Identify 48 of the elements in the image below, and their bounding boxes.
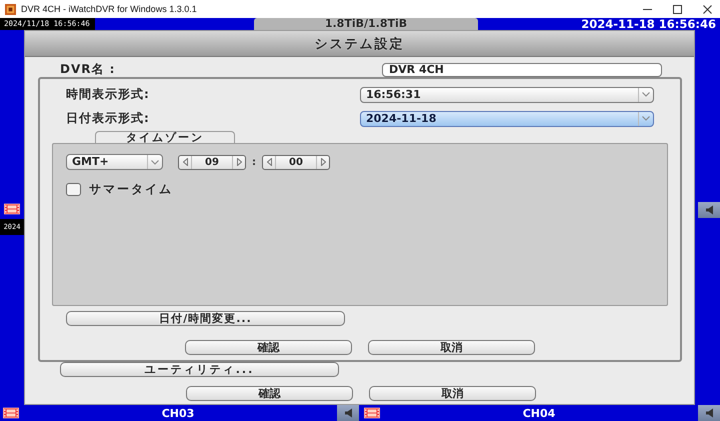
dropdown[interactable]: 2024-11-18	[360, 110, 654, 126]
spinner-value: 09	[191, 156, 233, 168]
field-label: 時間表示形式:	[66, 86, 150, 103]
speaker-button[interactable]	[698, 202, 720, 218]
right-triangle-icon	[320, 158, 326, 166]
speaker-button[interactable]	[337, 405, 359, 421]
speaker-button[interactable]	[698, 405, 720, 421]
left-triangle-icon	[266, 158, 272, 166]
film-icon[interactable]	[4, 203, 20, 215]
checkbox[interactable]	[66, 183, 81, 196]
close-icon[interactable]	[703, 4, 712, 14]
hour-spinner[interactable]: 09	[178, 154, 246, 170]
left-triangle-icon	[182, 158, 188, 166]
field-label: DVR名 :	[60, 61, 116, 78]
app-icon	[5, 4, 16, 14]
dropdown[interactable]: 16:56:31	[360, 86, 654, 102]
field-label: 日付表示形式:	[66, 110, 150, 127]
right-triangle-icon	[236, 158, 242, 166]
channel-label: CH04	[522, 406, 556, 420]
minute-spinner[interactable]: 00	[262, 154, 330, 170]
dialog-button[interactable]: 確認	[186, 386, 353, 401]
dropdown[interactable]: GMT+	[66, 154, 163, 170]
maximize-icon[interactable]	[673, 4, 682, 14]
dialog-button[interactable]: 確認	[185, 340, 352, 355]
dropdown-arrow-button[interactable]	[638, 112, 653, 126]
film-icon[interactable]	[3, 407, 19, 419]
timestamp: 2024-11-18 16:56:46	[581, 18, 717, 30]
speaker-icon	[704, 205, 714, 215]
minimize-icon[interactable]	[643, 8, 652, 10]
window-title: DVR 4CH - iWatchDVR for Windows 1.3.0.1	[21, 4, 197, 14]
change-datetime-button[interactable]: 日付/時間変更...	[66, 311, 345, 326]
chevron-down-icon	[642, 92, 650, 97]
dialog-title: システム設定	[314, 36, 404, 52]
spinner-value: 00	[275, 156, 317, 168]
speaker-icon	[704, 408, 714, 418]
chevron-down-icon	[642, 116, 650, 121]
chevron-down-icon	[151, 160, 159, 164]
channel-label: CH03	[162, 406, 194, 420]
utility-button[interactable]: ユーティリティ...	[60, 362, 339, 377]
checkbox-label: サマータイム	[89, 181, 173, 198]
input-field[interactable]: DVR 4CH	[382, 62, 662, 76]
dropdown-arrow-button[interactable]	[147, 155, 162, 169]
dialog-button[interactable]: 取消	[369, 386, 536, 401]
dropdown-arrow-button[interactable]	[638, 88, 653, 102]
speaker-icon	[344, 408, 352, 418]
film-icon[interactable]	[364, 407, 380, 419]
dialog-button[interactable]: 取消	[368, 340, 535, 355]
separator-text: :	[252, 156, 256, 168]
